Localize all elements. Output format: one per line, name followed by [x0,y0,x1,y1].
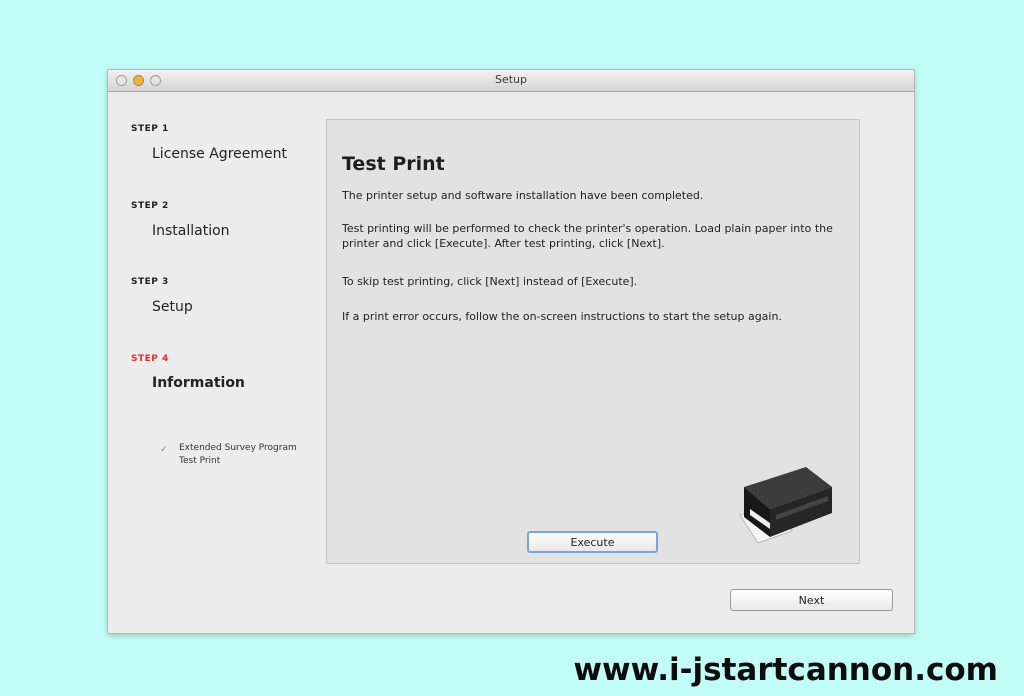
step-2-name: Installation [152,223,230,239]
execute-button[interactable]: Execute [527,531,658,553]
substep-test-print: Test Print [179,456,221,466]
checkmark-icon: ✓ [160,445,168,455]
printer-icon [739,467,832,544]
step-1-name: License Agreement [152,146,287,162]
step-1-number: STEP 1 [131,124,169,134]
step-4-number: STEP 4 [131,354,169,364]
content-panel: Test Print The printer setup and softwar… [326,119,860,564]
test-print-instructions: Test printing will be performed to check… [342,222,833,250]
step-4-name: Information [152,375,245,391]
substep-extended-survey: Extended Survey Program [179,443,297,453]
setup-window: Setup STEP 1 License Agreement STEP 2 In… [108,70,914,633]
skip-instructions: To skip test printing, click [Next] inst… [342,275,638,288]
steps-sidebar: STEP 1 License Agreement STEP 2 Installa… [108,91,318,621]
page-title: Test Print [342,153,445,175]
error-instructions: If a print error occurs, follow the on-s… [342,310,782,323]
step-3-number: STEP 3 [131,277,169,287]
next-button[interactable]: Next [730,589,893,611]
completion-text: The printer setup and software installat… [342,189,704,202]
step-3-name: Setup [152,299,193,315]
window-title: Setup [494,73,528,86]
website-watermark: www.i-jstartcannon.com [573,652,998,688]
step-2-number: STEP 2 [131,201,169,211]
title-bar: Setup [108,70,914,92]
